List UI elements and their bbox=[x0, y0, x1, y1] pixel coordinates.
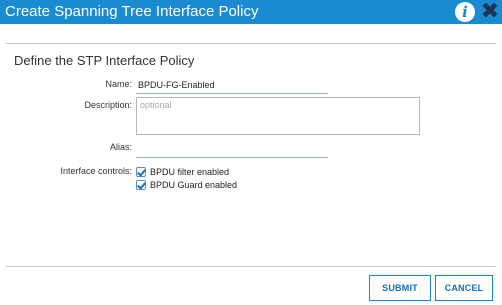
name-label: Name: bbox=[105, 79, 132, 89]
alias-field[interactable] bbox=[136, 140, 328, 158]
bpdu-guard-option[interactable]: BPDU Guard enabled bbox=[136, 179, 237, 191]
footer-divider bbox=[6, 266, 496, 267]
bpdu-guard-checkbox[interactable] bbox=[136, 180, 146, 190]
name-field[interactable] bbox=[136, 76, 328, 94]
alias-label: Alias: bbox=[109, 142, 132, 152]
header-divider bbox=[6, 43, 496, 44]
bpdu-filter-checkbox[interactable] bbox=[136, 167, 146, 177]
bpdu-guard-label: BPDU Guard enabled bbox=[150, 180, 238, 190]
close-icon[interactable]: ✖ bbox=[480, 1, 500, 23]
submit-button[interactable]: SUBMIT bbox=[369, 275, 431, 301]
cancel-button[interactable]: CANCEL bbox=[435, 275, 493, 301]
bpdu-filter-option[interactable]: BPDU filter enabled bbox=[136, 166, 229, 178]
bpdu-filter-label: BPDU filter enabled bbox=[150, 167, 230, 177]
dialog-title: Create Spanning Tree Interface Policy bbox=[5, 3, 259, 20]
interface-controls-label: Interface controls: bbox=[60, 166, 132, 176]
description-field[interactable] bbox=[136, 97, 420, 135]
description-label: Description: bbox=[84, 100, 132, 110]
info-icon[interactable]: i bbox=[455, 2, 475, 22]
dialog-titlebar: Create Spanning Tree Interface Policy i … bbox=[0, 0, 502, 24]
section-title: Define the STP Interface Policy bbox=[14, 53, 195, 68]
